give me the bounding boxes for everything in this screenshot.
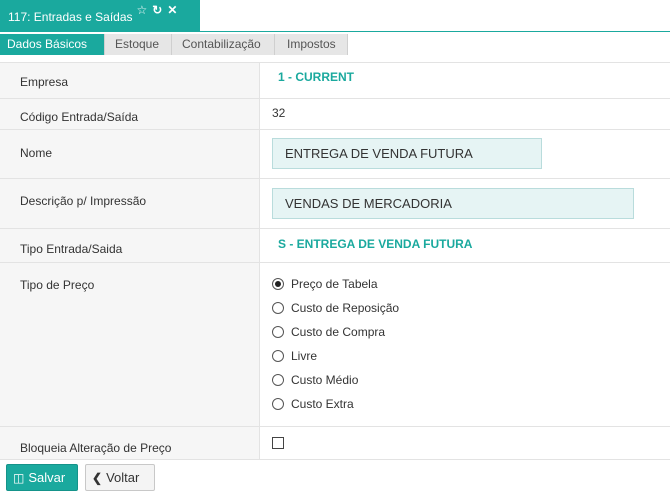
tab-impostos[interactable]: Impostos	[275, 34, 348, 55]
label-codigo: Código Entrada/Saída	[0, 99, 260, 129]
refresh-icon[interactable]: ↻	[152, 4, 162, 16]
descricao-input[interactable]: VENDAS DE MERCADORIA	[272, 188, 634, 219]
label-empresa: Empresa	[0, 63, 260, 98]
radio-icon[interactable]	[272, 326, 284, 338]
radio-icon[interactable]	[272, 302, 284, 314]
radio-custo-extra[interactable]: Custo Extra	[272, 396, 354, 412]
radio-label: Custo de Compra	[291, 325, 386, 339]
star-icon[interactable]: ☆	[137, 4, 148, 16]
radio-label: Preço de Tabela	[291, 277, 378, 291]
label-descricao: Descrição p/ Impressão	[0, 179, 260, 228]
radio-livre[interactable]: Livre	[272, 348, 317, 364]
radio-checked-icon[interactable]	[272, 278, 284, 290]
row-tipo-entrada: Tipo Entrada/Saida S - ENTREGA DE VENDA …	[0, 229, 670, 263]
nome-input[interactable]: ENTREGA DE VENDA FUTURA	[272, 138, 542, 169]
radio-label: Livre	[291, 349, 318, 363]
footer-toolbar: ◫ Salvar ❮ Voltar	[0, 459, 670, 494]
back-label: Voltar	[106, 470, 140, 485]
tipo-entrada-link[interactable]: S - ENTREGA DE VENDA FUTURA	[278, 237, 472, 251]
row-descricao: Descrição p/ Impressão VENDAS DE MERCADO…	[0, 179, 670, 229]
bloqueia-checkbox[interactable]	[272, 437, 284, 449]
back-button[interactable]: ❮ Voltar	[85, 464, 155, 491]
save-button[interactable]: ◫ Salvar	[6, 464, 78, 491]
label-bloqueia: Bloqueia Alteração de Preço	[0, 427, 260, 460]
radio-preco-tabela[interactable]: Preço de Tabela	[272, 276, 378, 292]
form-panel: Empresa 1 - CURRENT Código Entrada/Saída…	[0, 62, 670, 460]
radio-icon[interactable]	[272, 374, 284, 386]
floppy-disk-icon: ◫	[13, 470, 25, 485]
empresa-link[interactable]: 1 - CURRENT	[278, 70, 354, 84]
row-codigo: Código Entrada/Saída 32	[0, 99, 670, 130]
radio-label: Custo de Reposição	[291, 301, 400, 315]
radio-custo-compra[interactable]: Custo de Compra	[272, 324, 385, 340]
window-tab[interactable]: 117: Entradas e Saídas ☆ ↻ ✕	[0, 0, 200, 31]
row-nome: Nome ENTREGA DE VENDA FUTURA	[0, 130, 670, 179]
tab-estoque[interactable]: Estoque	[105, 34, 172, 55]
radio-icon[interactable]	[272, 398, 284, 410]
row-bloqueia: Bloqueia Alteração de Preço	[0, 427, 670, 460]
label-tipo-preco: Tipo de Preço	[0, 263, 260, 426]
tab-contabilizacao[interactable]: Contabilização	[172, 34, 275, 55]
label-tipo-entrada: Tipo Entrada/Saida	[0, 229, 260, 262]
close-icon[interactable]: ✕	[167, 4, 177, 16]
codigo-value: 32	[272, 106, 286, 120]
radio-label: Custo Extra	[291, 397, 354, 411]
radio-label: Custo Médio	[291, 373, 359, 387]
row-tipo-preco: Tipo de Preço Preço de Tabela Custo de R…	[0, 263, 670, 427]
chevron-left-icon: ❮	[92, 470, 103, 485]
label-nome: Nome	[0, 130, 260, 178]
tab-bar: Dados Básicos Estoque Contabilização Imp…	[0, 34, 348, 55]
radio-custo-reposicao[interactable]: Custo de Reposição	[272, 300, 399, 316]
radio-icon[interactable]	[272, 350, 284, 362]
window-title: 117: Entradas e Saídas	[8, 10, 133, 24]
tab-dados-basicos[interactable]: Dados Básicos	[0, 34, 105, 55]
row-empresa: Empresa 1 - CURRENT	[0, 63, 670, 99]
radio-custo-medio[interactable]: Custo Médio	[272, 372, 358, 388]
tab-strip-line	[0, 31, 670, 32]
save-label: Salvar	[28, 470, 66, 485]
